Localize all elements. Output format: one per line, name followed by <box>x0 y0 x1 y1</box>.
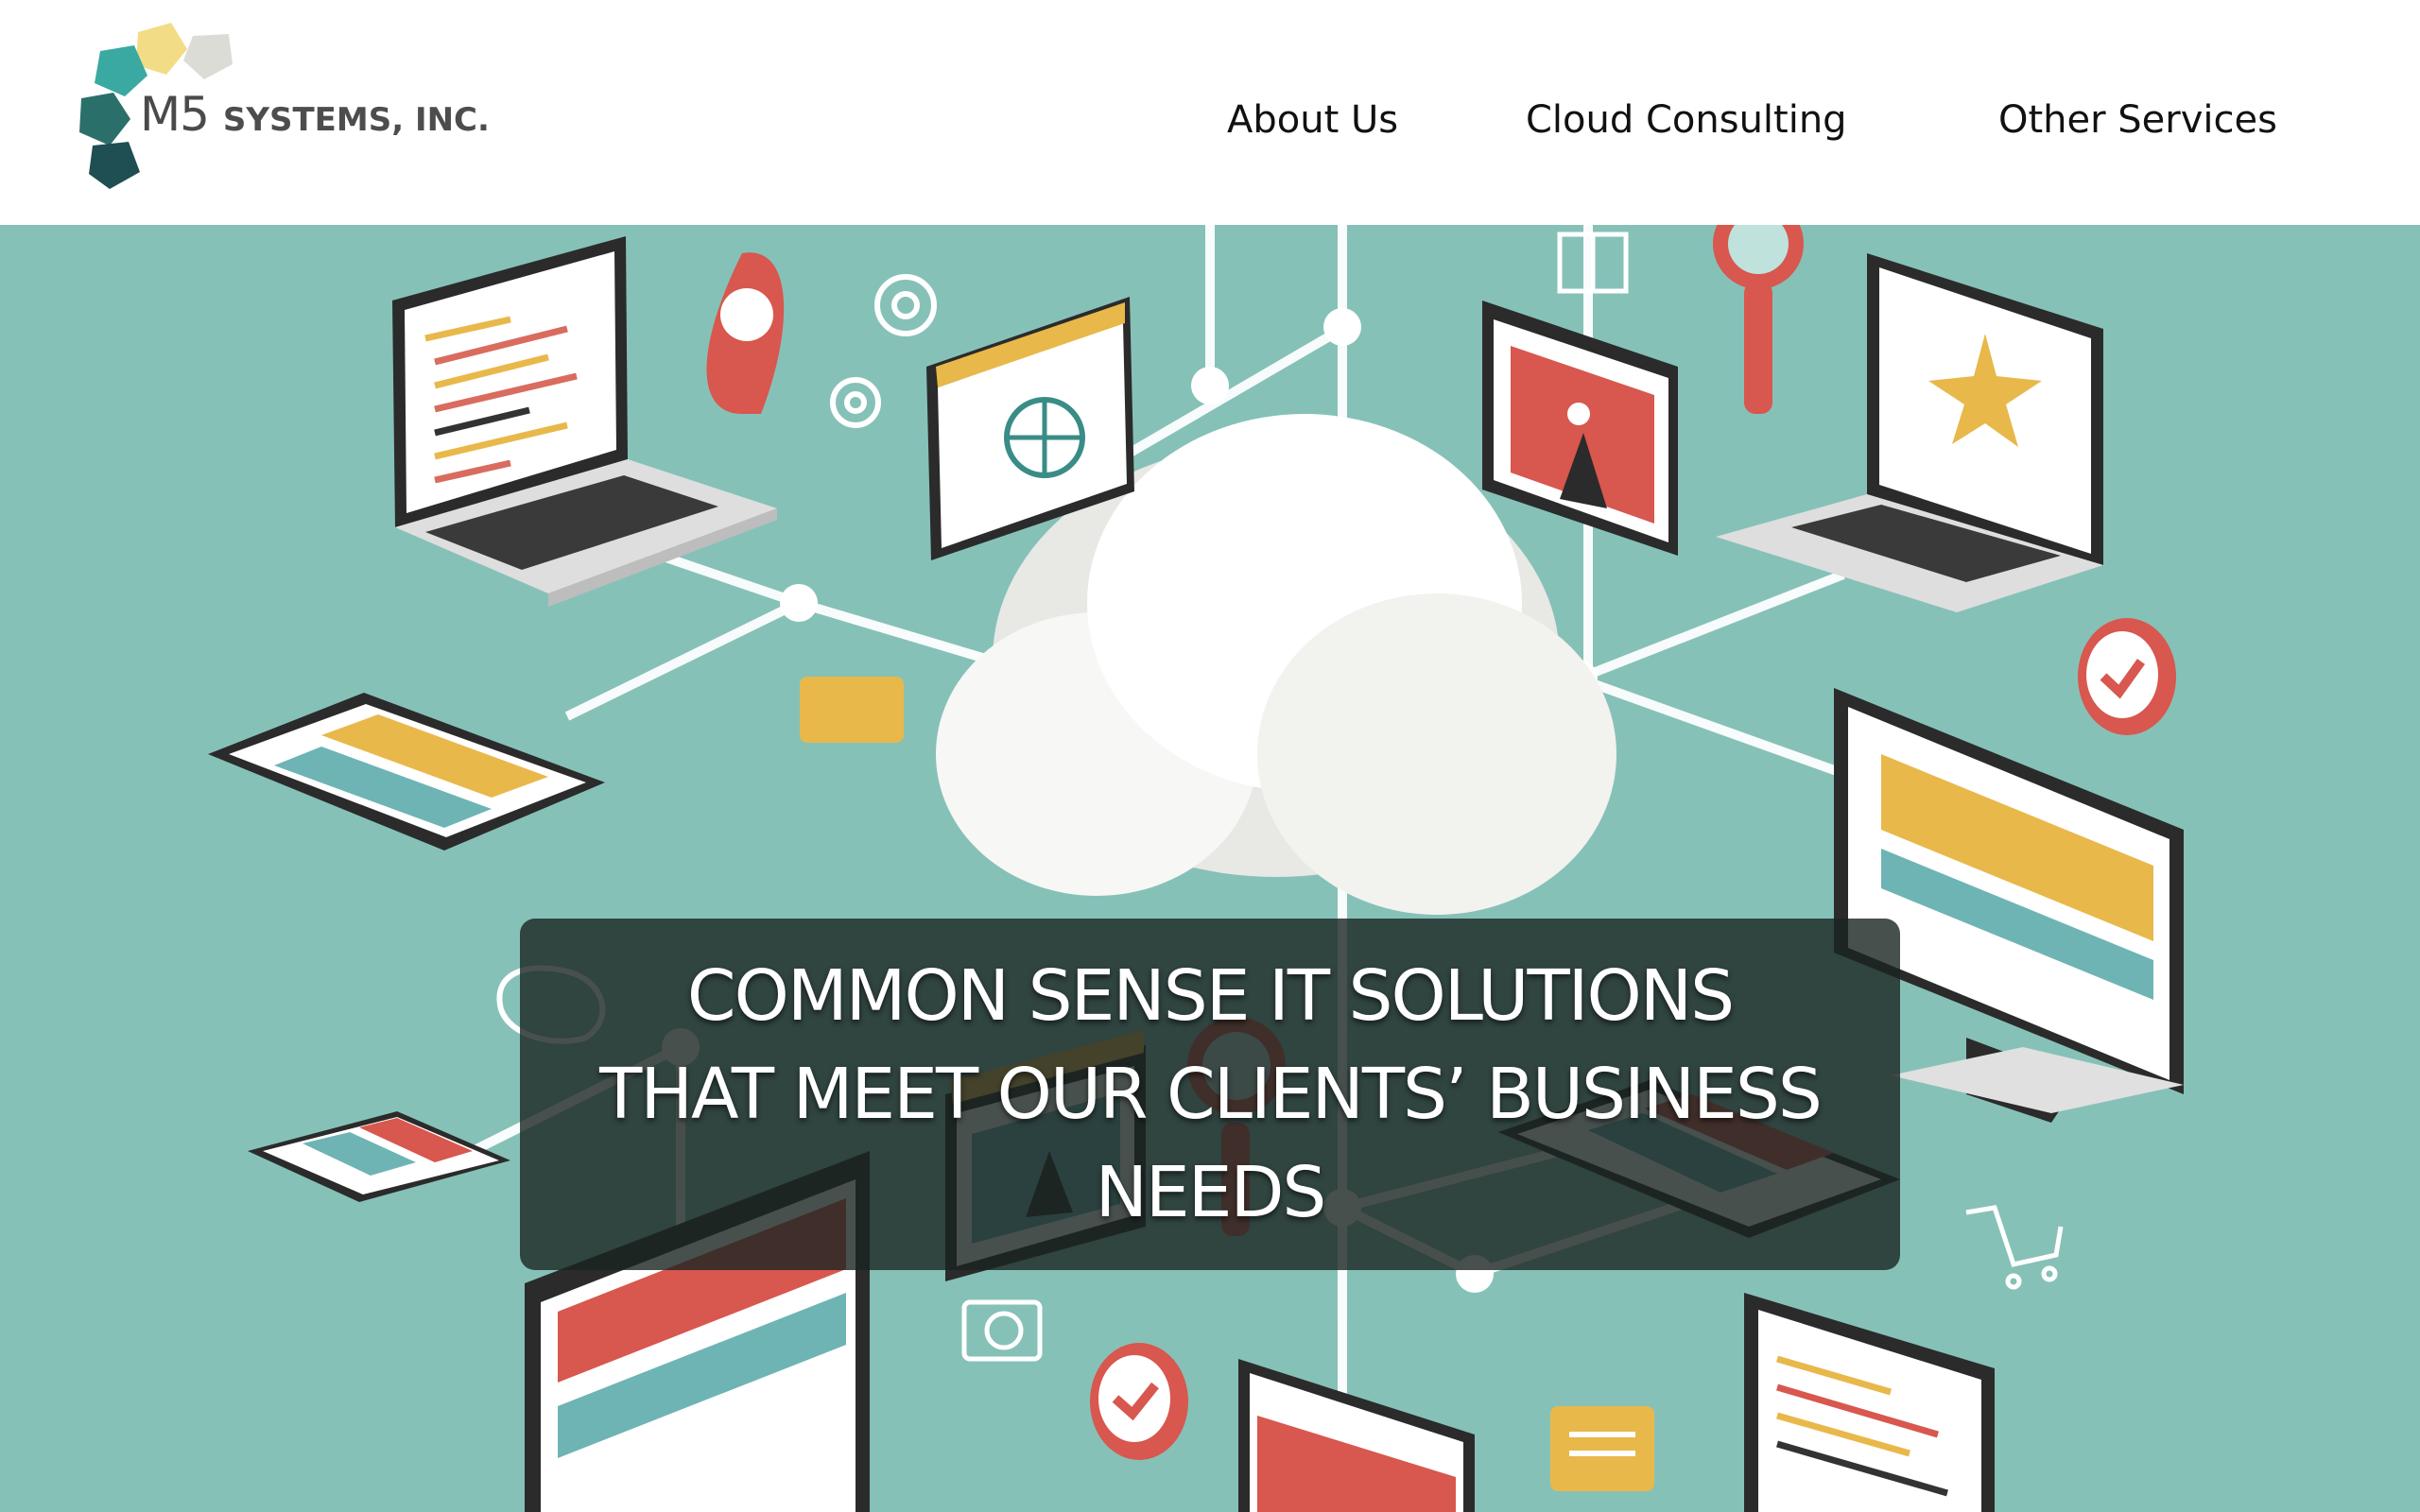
headline-line-3: NEEDS <box>1095 1152 1327 1233</box>
headline-overlay: COMMON SENSE IT SOLUTIONS THAT MEET OUR … <box>520 919 1900 1270</box>
image-window-icon <box>1482 301 1678 556</box>
chat-bubble-small-icon <box>800 677 904 743</box>
check-badge-icon <box>2078 618 2176 735</box>
location-pin-icon <box>706 252 785 414</box>
site-header: M5 SYSTEMS, INC. About Us Cloud Consulti… <box>0 0 2420 225</box>
nav-other-services[interactable]: Other Services <box>1998 98 2277 155</box>
check-badge-small-icon <box>1090 1343 1188 1460</box>
tablet-icon <box>208 693 605 850</box>
company-logo[interactable]: M5 SYSTEMS, INC. <box>72 23 490 193</box>
laptop-icon <box>392 236 777 607</box>
nav-cloud-consulting[interactable]: Cloud Consulting <box>1526 98 1847 155</box>
chat-bubble-icon <box>1550 1406 1654 1491</box>
logo-main-text: M5 <box>140 87 210 142</box>
hero-headline: COMMON SENSE IT SOLUTIONS THAT MEET OUR … <box>520 947 1900 1242</box>
laptop-star-icon <box>1716 253 2103 612</box>
tablet-bottom-icon <box>1238 1359 1475 1512</box>
hero-banner: COMMON SENSE IT SOLUTIONS THAT MEET OUR … <box>0 225 2420 1512</box>
nav-about-us[interactable]: About Us <box>1227 98 1398 155</box>
logo-sub-text: SYSTEMS, INC. <box>222 101 490 139</box>
magnifier-icon <box>1713 225 1804 414</box>
headline-line-1: COMMON SENSE IT SOLUTIONS <box>686 955 1735 1037</box>
gear-icon <box>830 274 937 428</box>
network-illustration <box>208 225 2184 1512</box>
gift-icon <box>1557 232 1629 294</box>
cart-icon <box>1965 1205 2064 1290</box>
headline-line-2: THAT MEET OUR CLIENTS’ BUSINESS <box>599 1054 1823 1135</box>
small-tablet-icon <box>248 1111 510 1202</box>
camera-icon <box>961 1299 1043 1362</box>
logo-wordmark: M5 SYSTEMS, INC. <box>140 87 490 142</box>
laptop-bottom-icon <box>1744 1293 1995 1512</box>
